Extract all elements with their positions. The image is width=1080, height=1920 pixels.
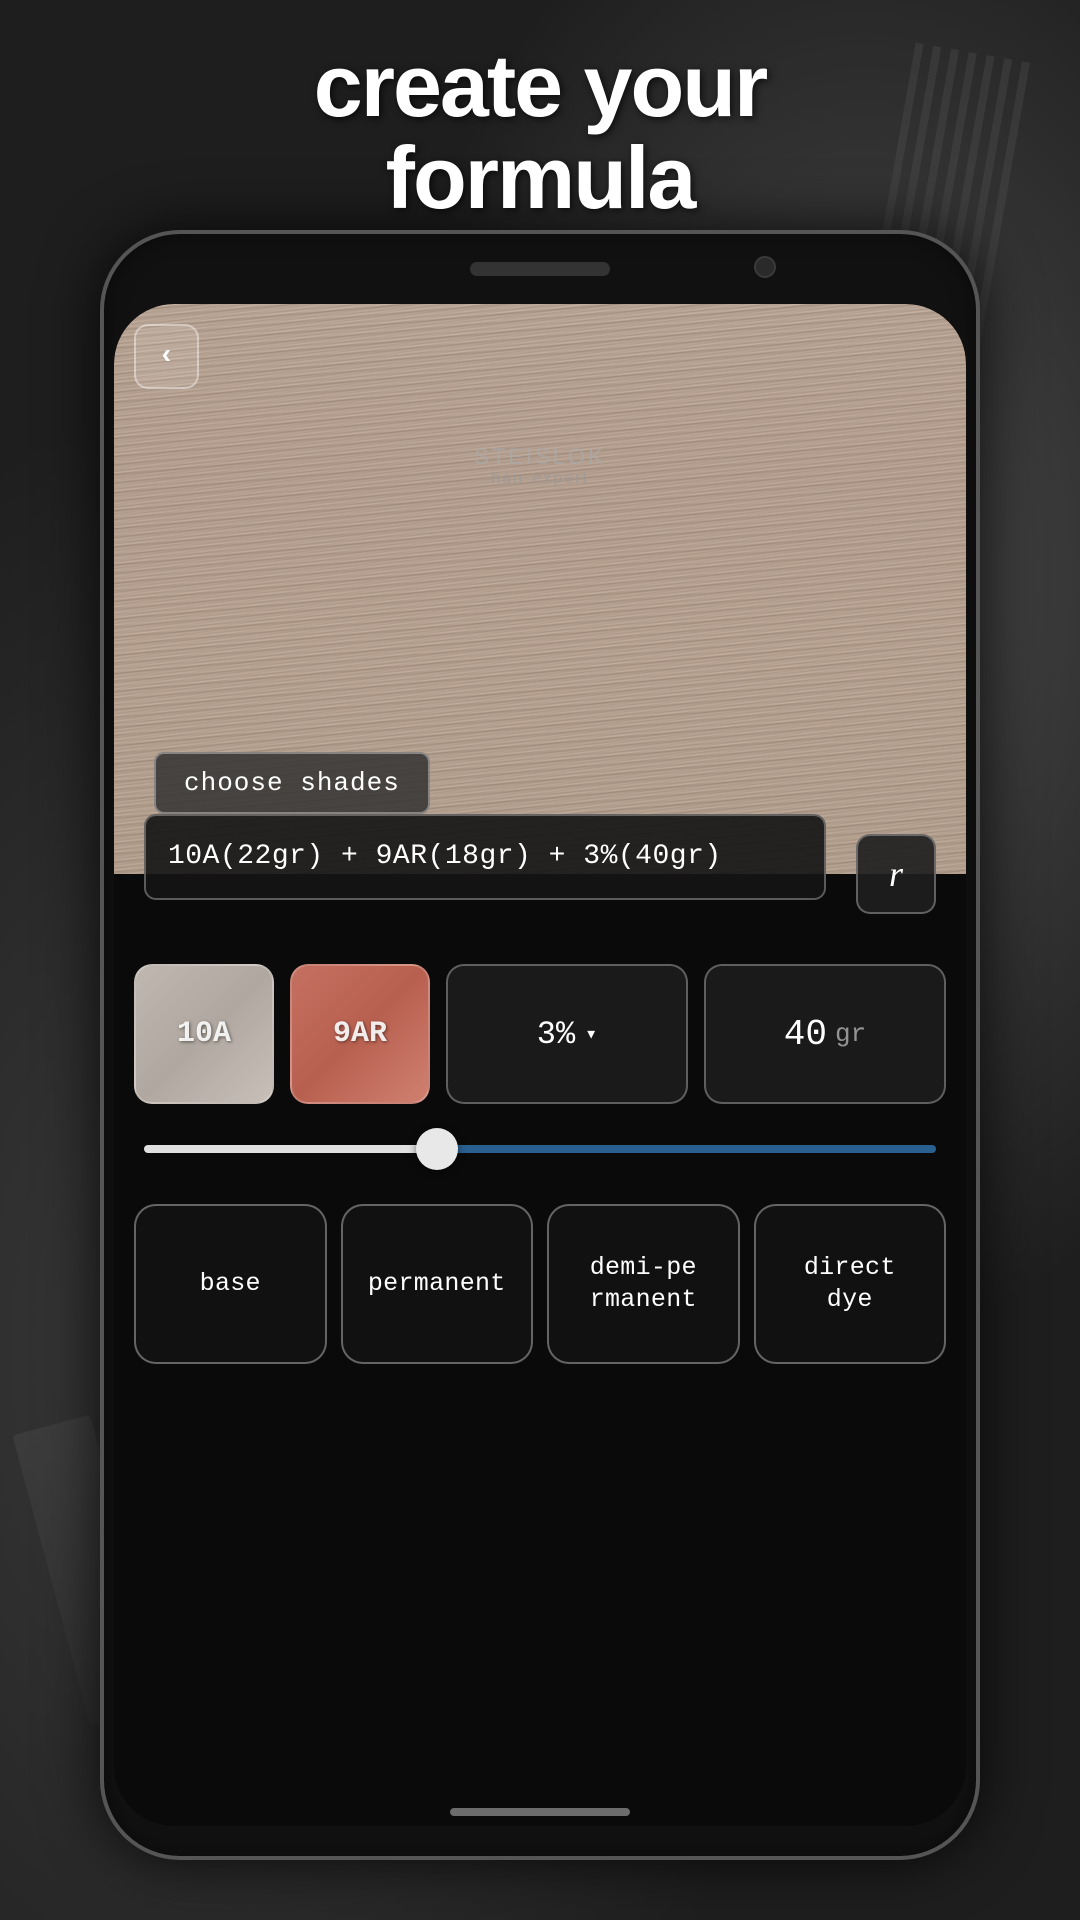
choose-shades-button[interactable]: choose shades: [154, 752, 430, 814]
type-button-demi-permanent-label: demi-permanent: [590, 1252, 697, 1317]
r-button[interactable]: r: [856, 834, 936, 914]
r-button-label: r: [889, 853, 903, 895]
type-button-direct-dye-label: directdye: [804, 1252, 896, 1317]
type-button-base-label: base: [200, 1268, 261, 1301]
back-button[interactable]: ‹: [134, 324, 199, 389]
percent-selector[interactable]: 3% ▾: [446, 964, 688, 1104]
swatch-9ar[interactable]: 9AR: [290, 964, 430, 1104]
slider-thumb[interactable]: [416, 1128, 458, 1170]
slider-container: [144, 1134, 936, 1164]
gr-value: 40: [784, 1014, 827, 1055]
type-button-direct-dye[interactable]: directdye: [754, 1204, 947, 1364]
percent-value: 3%: [537, 1016, 575, 1053]
title-section: create your formula: [0, 20, 1080, 245]
phone-frame: steislok hair expert ‹ choose shades 10A…: [100, 230, 980, 1860]
type-button-permanent-label: permanent: [368, 1268, 506, 1301]
swatch-9ar-label: 9AR: [333, 1017, 387, 1051]
choose-shades-label: choose shades: [184, 768, 400, 798]
back-icon: ‹: [158, 343, 175, 371]
page-title: create your formula: [20, 40, 1060, 225]
gr-selector[interactable]: 40 gr: [704, 964, 946, 1104]
swatch-10a[interactable]: 10A: [134, 964, 274, 1104]
dropdown-arrow-icon: ▾: [585, 1021, 597, 1047]
type-button-base[interactable]: base: [134, 1204, 327, 1364]
brand-name: steislok: [474, 444, 606, 470]
type-buttons-row: base permanent demi-permanent directdye: [134, 1204, 946, 1364]
slider-track[interactable]: [144, 1145, 936, 1153]
home-indicator: [450, 1808, 630, 1816]
phone-content: steislok hair expert ‹ choose shades 10A…: [114, 304, 966, 1826]
phone-speaker: [470, 262, 610, 276]
swatch-10a-label: 10A: [177, 1017, 231, 1051]
formula-text: 10A(22gr) + 9AR(18gr) + 3%(40gr): [168, 841, 722, 872]
type-button-demi-permanent[interactable]: demi-permanent: [547, 1204, 740, 1364]
brand-watermark: steislok hair expert: [474, 444, 606, 488]
gr-unit: gr: [835, 1019, 866, 1049]
formula-display-box: 10A(22gr) + 9AR(18gr) + 3%(40gr): [144, 814, 826, 900]
swatches-row: 10A 9AR 3% ▾ 40 gr: [134, 964, 946, 1104]
brand-subtitle: hair expert: [474, 470, 606, 488]
type-button-permanent[interactable]: permanent: [341, 1204, 534, 1364]
phone-camera: [754, 256, 776, 278]
